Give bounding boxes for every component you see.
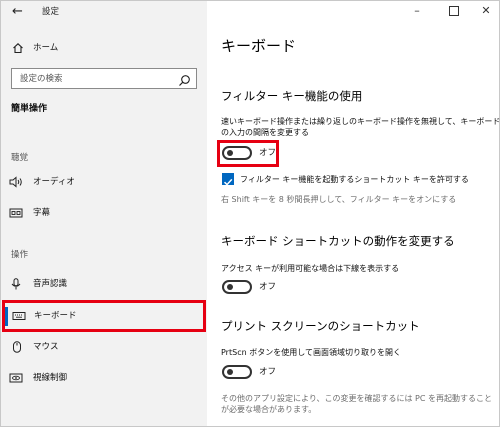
eye-control-icon	[9, 372, 23, 384]
group-label-interaction: 操作	[11, 250, 29, 260]
toggle-knob	[227, 369, 233, 375]
keyboard-shortcuts-toggle[interactable]	[222, 280, 252, 294]
section-title: 簡単操作	[11, 104, 48, 114]
maximize-icon[interactable]	[447, 4, 461, 18]
sidebar-item-speech[interactable]: 音声認識	[33, 278, 67, 290]
highlight-box-toggle	[217, 140, 279, 167]
sidebar-item-captions[interactable]: 字幕	[33, 207, 50, 219]
mouse-icon	[10, 341, 24, 353]
sidebar-item-mouse[interactable]: マウス	[33, 341, 59, 353]
speaker-icon	[9, 176, 23, 188]
back-arrow-icon[interactable]: ←	[12, 5, 26, 18]
closed-captions-icon	[9, 207, 23, 219]
search-icon[interactable]	[178, 72, 191, 86]
home-icon	[11, 42, 25, 54]
filter-keys-shortcut-hint: 右 Shift キーを 8 秒間長押しして、フィルター キーをオンにする	[221, 195, 457, 204]
filter-keys-shortcut-checkbox[interactable]	[222, 173, 234, 186]
keyboard-shortcuts-toggle-label: オフ	[259, 282, 277, 292]
filter-keys-heading: フィルター キー機能の使用	[221, 89, 363, 103]
print-screen-heading: プリント スクリーンのショートカット	[221, 319, 420, 333]
minimize-icon[interactable]: –	[410, 4, 424, 18]
group-label-hearing: 聴覚	[11, 153, 29, 163]
search-input[interactable]: 設定の検索	[11, 68, 197, 89]
print-screen-toggle[interactable]	[222, 365, 252, 379]
filter-keys-desc-1: 速いキーボード操作または繰り返しのキーボード操作を無視して、キーボード	[221, 117, 500, 126]
print-screen-toggle-label: オフ	[259, 367, 277, 377]
filter-keys-desc-2: の入力の間隔を変更する	[221, 128, 309, 137]
filter-keys-shortcut-label[interactable]: フィルター キー機能を起動するショートカット キーを許可する	[240, 174, 469, 185]
highlight-box-keyboard	[2, 300, 206, 332]
sidebar: ← 設定 ホーム 設定の検索 簡単操作 聴覚 オーディオ 字幕 操作 音声認識 …	[1, 1, 207, 426]
sidebar-item-audio[interactable]: オーディオ	[33, 176, 75, 188]
window-title: 設定	[42, 7, 60, 17]
page-title: キーボード	[221, 37, 297, 55]
close-icon[interactable]: ✕	[479, 4, 493, 18]
keyboard-shortcuts-heading: キーボード ショートカットの動作を変更する	[221, 234, 455, 248]
print-screen-note-1: その他のアプリ設定により、この変更を確認するには PC を再起動すること	[221, 394, 493, 403]
print-screen-note-2: が必要な場合があります。	[221, 405, 317, 414]
toggle-knob	[227, 284, 233, 290]
sidebar-item-home[interactable]: ホーム	[33, 42, 58, 54]
microphone-icon	[9, 278, 23, 290]
keyboard-shortcuts-desc: アクセス キーが利用可能な場合は下線を表示する	[221, 264, 400, 273]
sidebar-item-eye-control[interactable]: 視線制御	[33, 372, 67, 384]
main-content: – ✕ キーボード フィルター キー機能の使用 速いキーボード操作または繰り返し…	[207, 1, 500, 426]
print-screen-desc: PrtScn ボタンを使用して画面領域切り取りを開く	[221, 348, 401, 357]
search-placeholder: 設定の検索	[20, 74, 63, 84]
